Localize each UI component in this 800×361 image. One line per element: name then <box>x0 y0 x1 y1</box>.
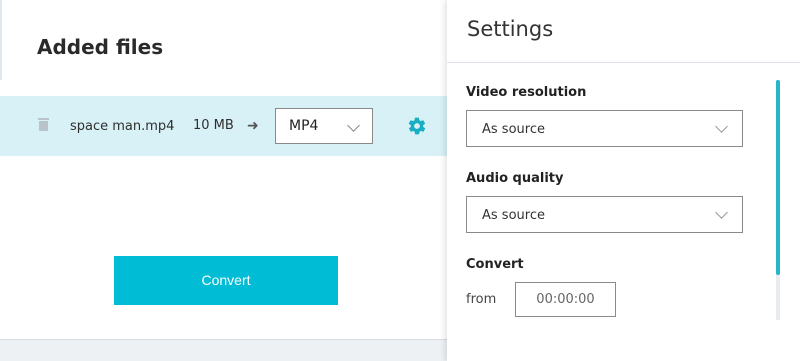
convert-button[interactable]: Convert <box>114 256 338 305</box>
from-label: from <box>466 292 497 307</box>
settings-divider <box>447 62 800 63</box>
convert-section-label: Convert <box>466 257 524 272</box>
settings-panel: Settings Video resolution As source Audi… <box>447 0 800 361</box>
video-resolution-select[interactable]: As source <box>466 110 743 147</box>
arrow-right-icon: ➜ <box>247 118 259 134</box>
video-resolution-value: As source <box>482 122 545 137</box>
from-time-input[interactable] <box>515 282 616 317</box>
file-size: 10 MB <box>193 118 234 133</box>
added-files-title: Added files <box>37 35 164 59</box>
format-select[interactable]: MP4 <box>275 108 373 144</box>
scrollbar-thumb[interactable] <box>776 80 780 275</box>
left-accent <box>0 0 2 80</box>
format-select-value: MP4 <box>289 118 319 134</box>
gear-icon[interactable] <box>407 116 427 136</box>
trash-icon[interactable] <box>38 118 49 131</box>
file-name: space man.mp4 <box>70 119 175 134</box>
chevron-down-icon <box>347 119 360 132</box>
audio-quality-value: As source <box>482 208 545 223</box>
chevron-down-icon <box>715 206 728 219</box>
video-resolution-label: Video resolution <box>466 85 587 100</box>
audio-quality-label: Audio quality <box>466 171 564 186</box>
settings-title: Settings <box>467 17 554 41</box>
chevron-down-icon <box>715 120 728 133</box>
audio-quality-select[interactable]: As source <box>466 196 743 233</box>
